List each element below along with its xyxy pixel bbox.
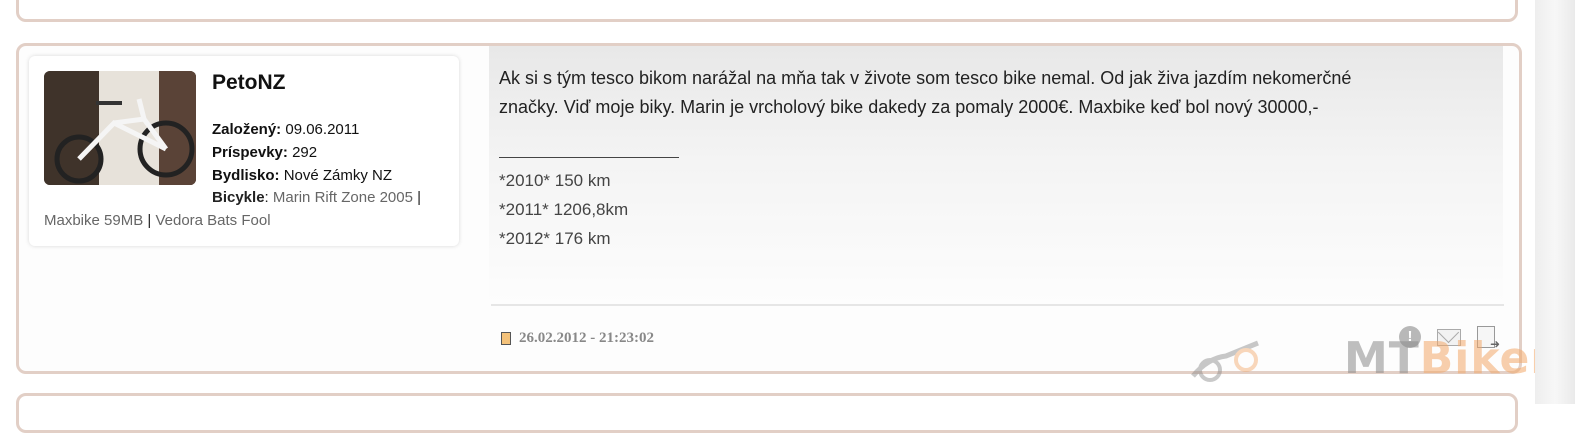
posts-label: Príspevky: [212, 144, 288, 161]
message-line: Ak si s tým tesco bikom narážal na mňa t… [499, 68, 1352, 88]
post-message: Ak si s tým tesco bikom narážal na mňa t… [499, 64, 1469, 122]
bike-link[interactable]: Vedora Bats Fool [155, 212, 270, 229]
bikes-label: Bicykle [212, 189, 265, 206]
signature: *2010* 150 km *2011* 1206,8km *2012* 176… [499, 166, 628, 253]
forum-post: PetoNZ Založený: 09.06.2011 Príspevky: 2… [16, 43, 1522, 374]
author-stats: Založený: 09.06.2011 Príspevky: 292 Bydl… [212, 118, 392, 187]
scrollbar[interactable] [1535, 0, 1575, 404]
bike-logo-icon [1191, 340, 1259, 382]
signature-divider [499, 157, 679, 158]
founded-value: 09.06.2011 [285, 121, 360, 138]
posts-value: 292 [292, 144, 318, 161]
bike-link[interactable]: Marin Rift Zone 2005 [273, 189, 413, 206]
message-line: značky. Viď moje biky. Marin je vrcholov… [499, 97, 1319, 117]
next-post-container [16, 393, 1518, 433]
signature-line: *2012* 176 km [499, 229, 611, 248]
post-footer-divider [491, 304, 1504, 306]
location-row: Bydlisko: Nové Zámky NZ [212, 164, 392, 187]
bikes-row: Bicykle: Marin Rift Zone 2005 | Maxbike … [44, 189, 422, 229]
location-label: Bydlisko: [212, 167, 280, 184]
founded-label: Založený: [212, 121, 282, 138]
post-date-text: 26.02.2012 - 21:23:02 [519, 330, 654, 346]
location-value: Nové Zámky NZ [283, 167, 393, 184]
post-date: 26.02.2012 - 21:23:02 [501, 330, 654, 347]
posts-row: Príspevky: 292 [212, 141, 392, 164]
bike-link[interactable]: Maxbike 59MB [44, 212, 143, 229]
mtbiker-watermark: MTBiker [1343, 333, 1553, 384]
author-profile-card: PetoNZ Založený: 09.06.2011 Príspevky: 2… [29, 56, 459, 246]
username[interactable]: PetoNZ [212, 71, 286, 95]
document-icon[interactable] [501, 332, 511, 345]
signature-line: *2010* 150 km [499, 171, 611, 190]
founded-row: Založený: 09.06.2011 [212, 118, 392, 141]
previous-post-container [16, 0, 1518, 22]
avatar[interactable] [44, 71, 196, 185]
signature-line: *2011* 1206,8km [499, 200, 629, 219]
